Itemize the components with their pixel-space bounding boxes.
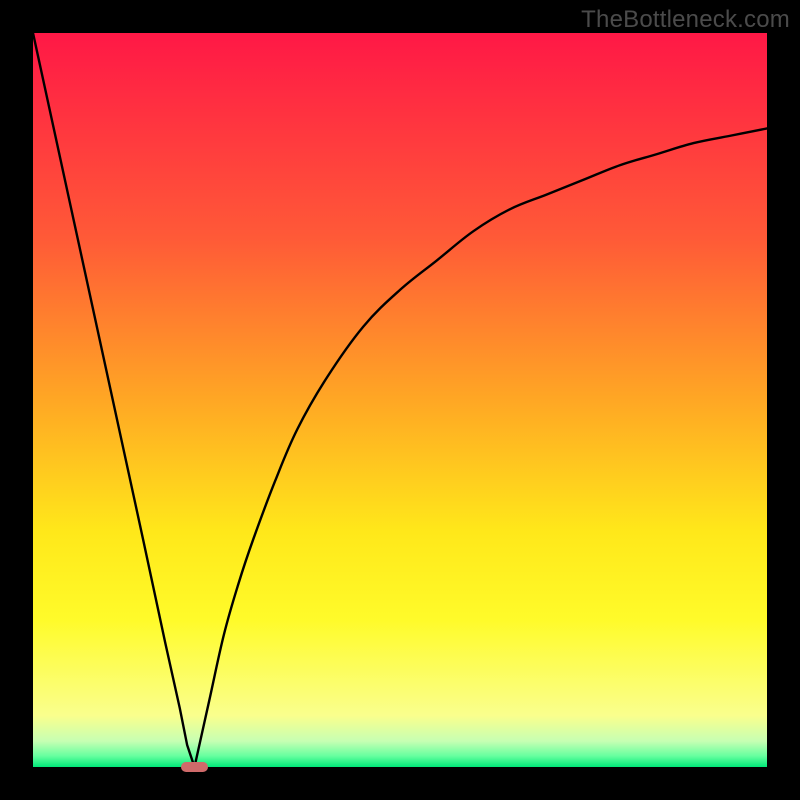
watermark-text: TheBottleneck.com [581,6,790,34]
plot-gradient-area [33,33,767,767]
chart-frame: TheBottleneck.com [0,0,800,800]
bottleneck-curve [33,33,767,767]
curve-left-branch [33,33,194,767]
curve-right-branch [194,128,767,767]
min-point-marker [181,762,207,772]
